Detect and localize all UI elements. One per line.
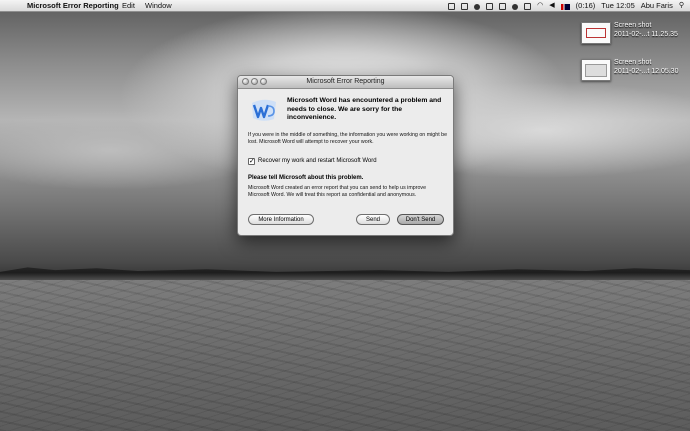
menu-extras: ◠ ◀ (0:16) Tue 12:05 Abu Faris ⚲ (448, 0, 684, 11)
dialog-titlebar[interactable]: Microsoft Error Reporting (238, 76, 453, 89)
input-flag-icon[interactable] (560, 3, 570, 10)
desktop-file-screenshot-1[interactable]: Screen shot 2011-02-...t 11.25.35 (581, 22, 690, 52)
dialog-title: Microsoft Error Reporting (306, 78, 385, 85)
report-description: Microsoft Word created an error report t… (248, 185, 427, 199)
minimize-button[interactable] (251, 78, 258, 85)
window-menu[interactable]: Window (145, 0, 172, 11)
close-button[interactable] (242, 78, 249, 85)
zoom-button[interactable] (260, 78, 267, 85)
menu-extra-icon[interactable] (499, 3, 507, 10)
recover-option[interactable]: ✓ Recover my work and restart Microsoft … (248, 156, 448, 166)
menu-bar: Microsoft Error Reporting Edit Window ◠ … (0, 0, 690, 12)
menu-extra-icon[interactable] (448, 3, 456, 10)
wallpaper-desert-ground (0, 280, 690, 431)
time-machine-icon[interactable] (512, 3, 519, 10)
app-menu[interactable]: Microsoft Error Reporting (27, 0, 119, 11)
send-button[interactable]: Send (356, 214, 390, 225)
wifi-icon[interactable]: ◠ (537, 0, 543, 11)
screenshot-file-icon (581, 59, 611, 81)
desktop-file-screenshot-2[interactable]: Screen shot 2011-02-...t 12.05.30 (581, 59, 690, 89)
edit-menu[interactable]: Edit (122, 0, 135, 11)
menu-clock[interactable]: Tue 12:05 (601, 0, 635, 11)
menu-extra-icon[interactable] (461, 3, 469, 10)
menu-extra-icon[interactable] (474, 3, 481, 10)
error-reporting-dialog: Microsoft Error Reporting Microsoft Word… (237, 75, 454, 236)
spotlight-icon[interactable]: ⚲ (679, 0, 684, 11)
screenshot-file-icon (581, 22, 611, 44)
desktop-file-label: Screen shot 2011-02-...t 12.05.30 (614, 59, 679, 75)
desktop-file-label: Screen shot 2011-02-...t 11.25.35 (614, 22, 678, 38)
volume-icon[interactable]: ◀ (549, 0, 554, 11)
battery-status[interactable]: (0:16) (576, 0, 596, 11)
menu-extra-icon[interactable] (486, 3, 494, 10)
error-description: If you were in the middle of something, … (248, 132, 448, 146)
user-name[interactable]: Abu Faris (641, 0, 673, 11)
microsoft-word-icon (252, 99, 276, 121)
more-information-button[interactable]: More Information (248, 214, 314, 225)
error-headline: Microsoft Word has encountered a problem… (287, 97, 442, 122)
bluetooth-icon[interactable] (524, 3, 532, 10)
report-heading: Please tell Microsoft about this problem… (248, 175, 364, 181)
recover-checkbox-label[interactable]: Recover my work and restart Microsoft Wo… (258, 158, 377, 164)
dont-send-button[interactable]: Don't Send (397, 214, 444, 225)
recover-checkbox[interactable]: ✓ (248, 157, 255, 165)
